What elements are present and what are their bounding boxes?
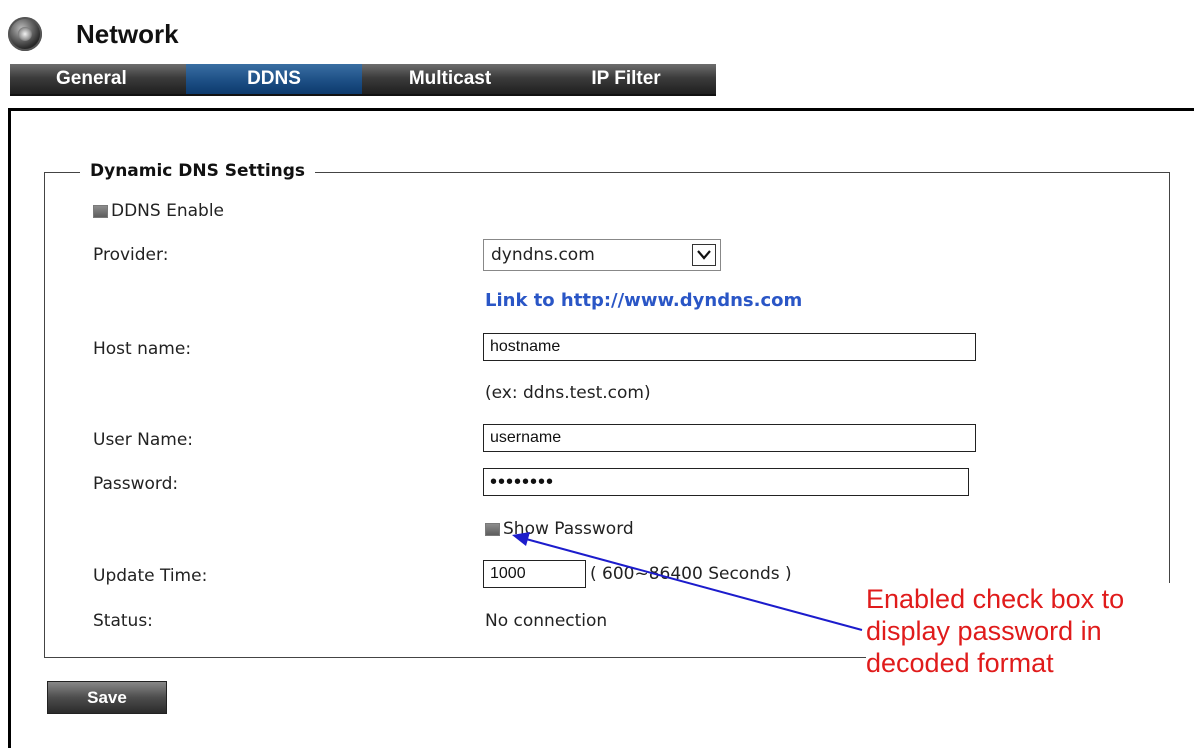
host-name-hint: (ex: ddns.test.com) <box>485 383 651 403</box>
show-password-label: Show Password <box>503 519 634 539</box>
host-name-input[interactable] <box>483 333 976 361</box>
page-header: Network <box>0 14 179 54</box>
user-name-label: User Name: <box>93 430 194 450</box>
annotation-callout: Enabled check box to display password in… <box>866 583 1186 679</box>
tab-general[interactable]: General <box>10 64 186 94</box>
host-name-label: Host name: <box>93 339 192 359</box>
annotation-line-3: decoded format <box>866 648 1054 678</box>
provider-link[interactable]: Link to http://www.dyndns.com <box>485 290 802 311</box>
status-value: No connection <box>485 611 608 631</box>
chevron-down-icon[interactable] <box>692 244 716 266</box>
fieldset-legend: Dynamic DNS Settings <box>80 161 316 181</box>
password-label: Password: <box>93 474 179 494</box>
annotation-line-1: Enabled check box to <box>866 584 1125 614</box>
show-password-row[interactable]: Show Password <box>485 519 634 539</box>
update-time-input[interactable] <box>483 560 586 588</box>
tab-ip-filter[interactable]: IP Filter <box>538 64 714 94</box>
annotation-line-2: display password in <box>866 616 1102 646</box>
tab-bar: General DDNS Multicast IP Filter <box>10 64 716 96</box>
tab-ddns[interactable]: DDNS <box>186 64 362 94</box>
provider-select[interactable]: dyndns.com <box>483 239 721 271</box>
user-name-input[interactable] <box>483 424 976 452</box>
camera-lens-icon <box>8 17 42 51</box>
provider-label: Provider: <box>93 245 169 265</box>
save-button[interactable]: Save <box>47 681 167 714</box>
update-time-range: ( 600~86400 Seconds ) <box>590 564 792 584</box>
ddns-enable-row[interactable]: DDNS Enable <box>93 201 224 221</box>
page-title: Network <box>76 18 179 49</box>
status-label: Status: <box>93 611 153 631</box>
provider-selected-value: dyndns.com <box>491 245 595 265</box>
tab-multicast[interactable]: Multicast <box>362 64 538 94</box>
update-time-label: Update Time: <box>93 566 208 586</box>
ddns-enable-checkbox[interactable] <box>93 204 108 218</box>
ddns-enable-label: DDNS Enable <box>111 201 224 221</box>
password-input[interactable] <box>483 468 969 496</box>
show-password-checkbox[interactable] <box>485 522 500 536</box>
